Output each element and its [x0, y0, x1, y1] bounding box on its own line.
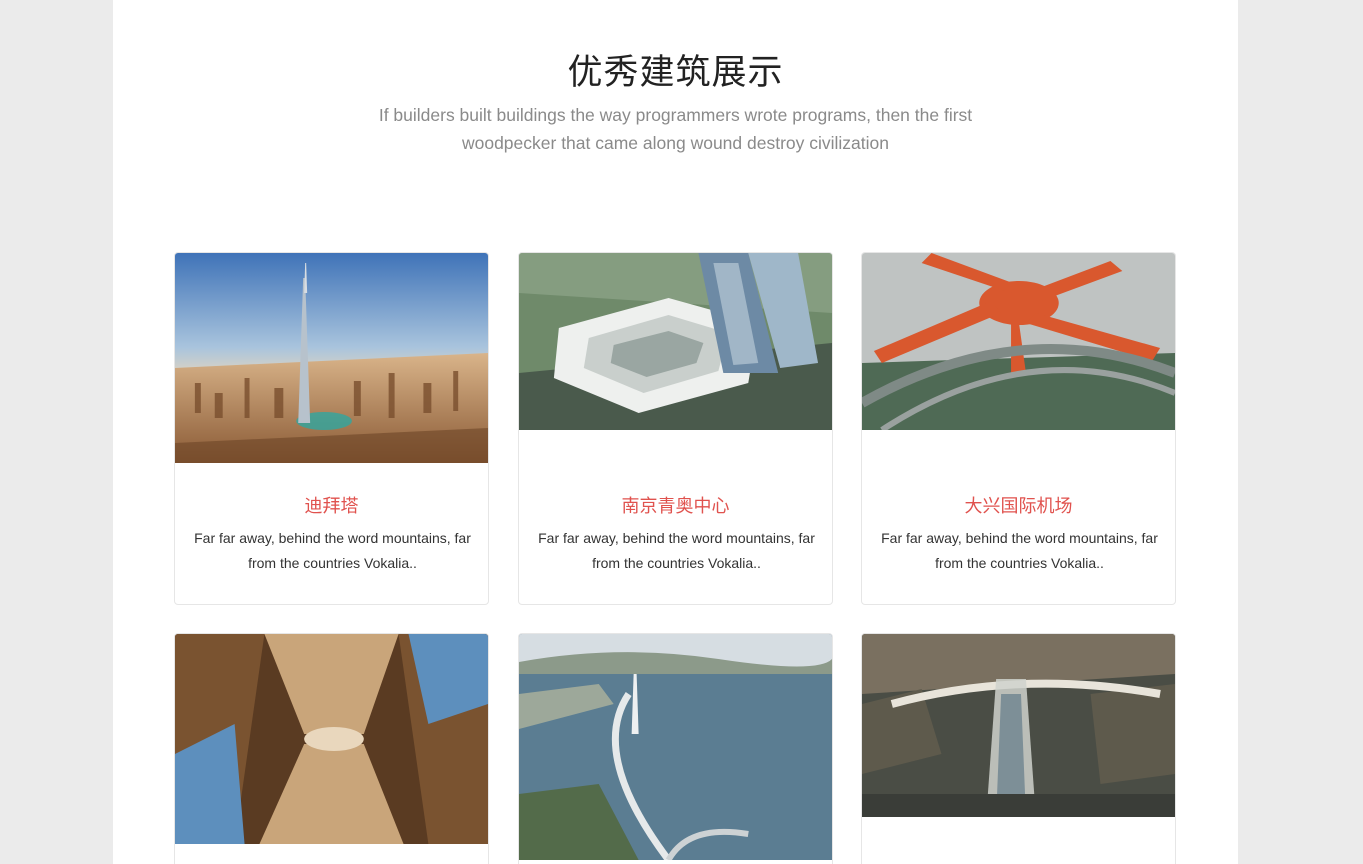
card-title[interactable]: 南京青奥中心	[519, 492, 832, 518]
card-description: Far far away, behind the word mountains,…	[194, 530, 471, 571]
card-title[interactable]: 大兴国际机场	[862, 492, 1175, 518]
card-description: Far far away, behind the word mountains,…	[538, 530, 815, 571]
building-card[interactable]: 迪拜塔 Far far away, behind the word mounta…	[174, 252, 489, 605]
building-card[interactable]	[518, 633, 833, 864]
bridge-image[interactable]	[519, 634, 832, 860]
building-card[interactable]	[861, 633, 1176, 864]
station-aerial-image[interactable]	[862, 634, 1175, 817]
building-card[interactable]: 南京青奥中心 Far far away, behind the word mou…	[518, 252, 833, 605]
card-description: Far far away, behind the word mountains,…	[881, 530, 1158, 571]
building-card[interactable]: 大兴国际机场 Far far away, behind the word mou…	[861, 252, 1176, 605]
burj-khalifa-image[interactable]	[175, 253, 488, 463]
nanjing-center-image[interactable]	[519, 253, 832, 430]
card-title[interactable]: 迪拜塔	[175, 492, 488, 518]
building-card[interactable]	[174, 633, 489, 864]
daxing-airport-image[interactable]	[862, 253, 1175, 430]
atrium-interior-image[interactable]	[175, 634, 488, 844]
section-subtitle: If builders built buildings the way prog…	[378, 105, 973, 153]
content-panel: 优秀建筑展示 If builders built buildings the w…	[113, 0, 1238, 864]
section-title: 优秀建筑展示	[567, 53, 784, 93]
